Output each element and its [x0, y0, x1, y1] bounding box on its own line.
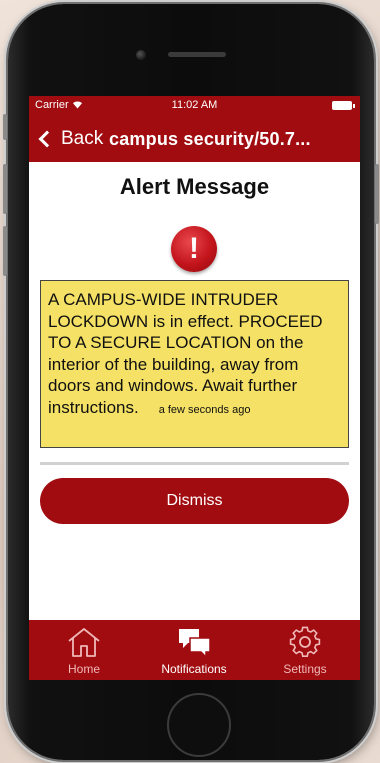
tab-settings-label: Settings	[283, 662, 327, 676]
mute-switch	[3, 114, 7, 140]
battery-icon	[332, 101, 355, 110]
tab-home[interactable]: Home	[29, 620, 139, 680]
earpiece-speaker	[168, 52, 226, 57]
alert-message-time: a few seconds ago	[158, 403, 251, 416]
tab-bar: Home Notifications Settings	[29, 620, 360, 680]
tab-notifications-label: Notifications	[161, 662, 227, 676]
nav-title: campus security/50.7...	[109, 129, 311, 149]
dismiss-button[interactable]: Dismiss	[40, 478, 349, 524]
page-title: Alert Message	[119, 174, 270, 199]
back-label: Back	[61, 128, 104, 149]
home-icon	[68, 628, 100, 657]
front-camera	[136, 50, 146, 60]
power-button	[375, 164, 379, 224]
settings-icon	[289, 626, 321, 658]
navigation-bar: Back campus security/50.7...	[29, 116, 360, 162]
home-button[interactable]	[167, 693, 231, 757]
app-screen: Carrier 11:02 AM Back campus security/50…	[29, 96, 360, 680]
chevron-left-icon	[38, 130, 56, 148]
volume-down-button	[3, 226, 7, 276]
status-bar: Carrier 11:02 AM	[29, 96, 360, 116]
alert-icon: !	[171, 226, 217, 272]
alert-message-box: A CAMPUS-WIDE INTRUDER LOCKDOWN is in ef…	[40, 280, 349, 448]
volume-up-button	[3, 164, 7, 214]
notifications-icon	[179, 629, 211, 658]
tab-settings[interactable]: Settings	[250, 620, 360, 680]
divider	[40, 462, 349, 465]
tab-home-label: Home	[67, 662, 100, 676]
status-time: 11:02 AM	[171, 99, 218, 111]
tab-notifications[interactable]: Notifications	[139, 620, 249, 680]
alert-message-text: A CAMPUS-WIDE INTRUDER LOCKDOWN is in ef…	[48, 290, 323, 417]
back-button[interactable]: Back	[37, 126, 103, 152]
